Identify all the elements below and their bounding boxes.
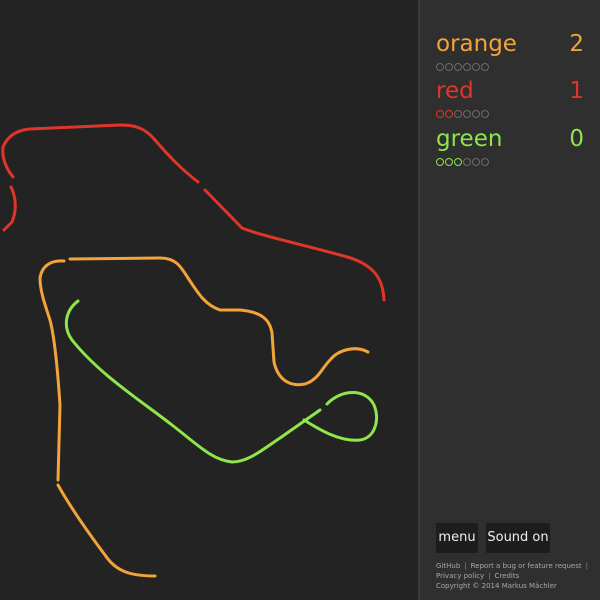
menu-button[interactable]: menu [436,523,478,553]
life-dot [445,110,453,118]
separator: | [585,562,588,570]
player-score: 1 [569,78,584,104]
life-dot [472,110,480,118]
separator: | [464,562,467,570]
game-field [0,0,420,600]
privacy-policy-link[interactable]: Privacy policy [436,572,484,580]
red-trail-segment [2,185,17,232]
orange-trail-segment [56,483,157,578]
copyright-text: Copyright © 2014 Markus Mächler [436,582,557,590]
separator: | [488,572,491,580]
life-dot [454,158,462,166]
github-link[interactable]: GitHub [436,562,460,570]
life-dot [445,158,453,166]
green-trail-segment [302,391,378,442]
player-name: orange [436,31,517,57]
life-dot [463,63,471,71]
life-dot [436,110,444,118]
life-dot [436,158,444,166]
orange-trail-segment [38,259,66,482]
lives-indicator [436,110,489,120]
lives-indicator [436,158,489,168]
life-dot [481,158,489,166]
red-trail-segment [203,188,386,302]
footer-links-row-1: GitHub | Report a bug or feature request | [436,561,596,571]
life-dot [481,63,489,71]
player-name: green [436,126,503,152]
player-score: 0 [569,126,584,152]
life-dot [436,63,444,71]
credits-link[interactable]: Credits [495,572,520,580]
player-name: red [436,78,474,104]
life-dot [472,158,480,166]
sound-toggle-button[interactable]: Sound on [486,523,550,553]
life-dot [472,63,480,71]
red-trail-segment [1,123,200,184]
trails-canvas [1,123,386,578]
life-dot [481,110,489,118]
report-bug-link[interactable]: Report a bug or feature request [471,562,582,570]
player-score: 2 [569,31,584,57]
game-app: orange 2 red 1 green 0 menu Sound on Git… [0,0,600,600]
footer-links-row-2: Privacy policy | Credits [436,571,596,581]
green-trail-segment [64,299,322,464]
life-dot [463,110,471,118]
life-dot [454,110,462,118]
lives-indicator [436,63,489,73]
life-dot [463,158,471,166]
scoreboard-sidebar: orange 2 red 1 green 0 menu Sound on Git… [420,0,600,600]
orange-trail-segment [68,256,370,387]
life-dot [454,63,462,71]
life-dot [445,63,453,71]
